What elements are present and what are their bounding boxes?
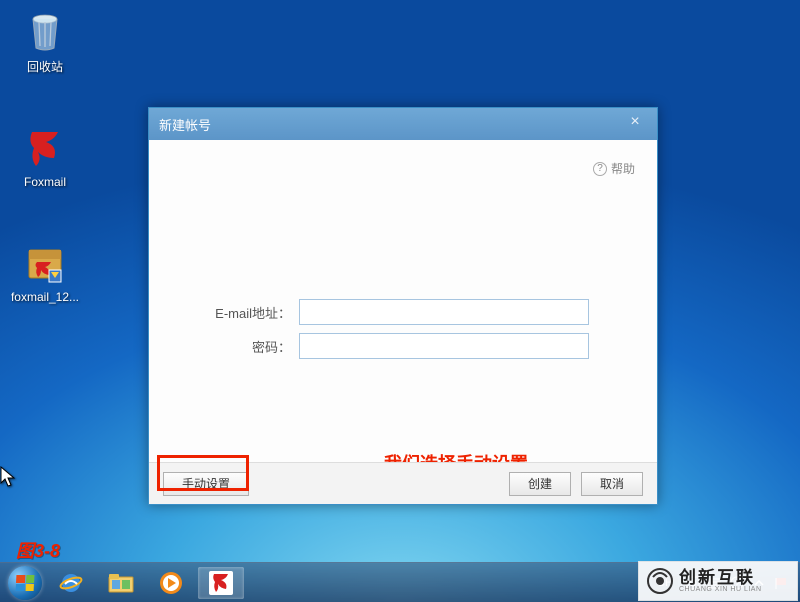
desktop-icon-foxmail[interactable]: Foxmail xyxy=(10,125,80,189)
folder-icon xyxy=(107,571,135,595)
desktop-icon-foxmail-installer[interactable]: foxmail_12... xyxy=(10,240,80,304)
desktop-icon-recycle-bin[interactable]: 回收站 xyxy=(10,8,80,75)
form-row-password: 密码： xyxy=(204,333,589,359)
foxmail-icon xyxy=(208,570,234,596)
cancel-button[interactable]: 取消 xyxy=(581,472,643,496)
close-icon[interactable]: × xyxy=(623,115,647,133)
password-label: 密码： xyxy=(204,337,291,356)
new-account-dialog: 新建帐号 × ? 帮助 E-mail地址： 密码： 我们选择手动设置 手动设置 … xyxy=(148,107,658,505)
desktop-icon-label: Foxmail xyxy=(10,175,80,189)
watermark-text-en: CHUANG XIN HU LIAN xyxy=(679,586,762,593)
dialog-button-bar: 手动设置 创建 取消 xyxy=(149,462,657,504)
password-field[interactable] xyxy=(299,333,589,359)
taskbar-item-foxmail[interactable] xyxy=(198,567,244,599)
create-button[interactable]: 创建 xyxy=(509,472,571,496)
email-field[interactable] xyxy=(299,299,589,325)
dialog-body: ? 帮助 E-mail地址： 密码： 我们选择手动设置 手动设置 创建 取消 xyxy=(149,140,657,504)
form-row-email: E-mail地址： xyxy=(204,299,589,325)
watermark-logo-icon xyxy=(647,568,673,594)
taskbar-item-media-player[interactable] xyxy=(148,567,194,599)
figure-label: 图3-8 xyxy=(16,537,60,563)
media-player-icon xyxy=(158,570,184,596)
ie-icon xyxy=(58,570,84,596)
taskbar-item-ie[interactable] xyxy=(48,567,94,599)
help-icon: ? xyxy=(593,162,607,176)
dialog-titlebar[interactable]: 新建帐号 × xyxy=(149,108,657,140)
manual-setup-button[interactable]: 手动设置 xyxy=(163,472,249,496)
watermark: 创新互联 CHUANG XIN HU LIAN xyxy=(638,561,798,601)
help-link[interactable]: ? 帮助 xyxy=(593,160,635,177)
installer-icon xyxy=(21,240,69,288)
desktop-icon-label: foxmail_12... xyxy=(10,290,80,304)
foxmail-icon xyxy=(21,125,69,173)
windows-logo-icon xyxy=(8,566,42,600)
taskbar-item-explorer[interactable] xyxy=(98,567,144,599)
help-label: 帮助 xyxy=(611,160,635,177)
desktop-icon-label: 回收站 xyxy=(10,58,80,75)
start-button[interactable] xyxy=(4,565,46,601)
watermark-text-cn: 创新互联 xyxy=(679,569,762,586)
recycle-bin-icon xyxy=(21,8,69,56)
email-label: E-mail地址： xyxy=(204,303,291,322)
dialog-title: 新建帐号 xyxy=(159,115,211,134)
